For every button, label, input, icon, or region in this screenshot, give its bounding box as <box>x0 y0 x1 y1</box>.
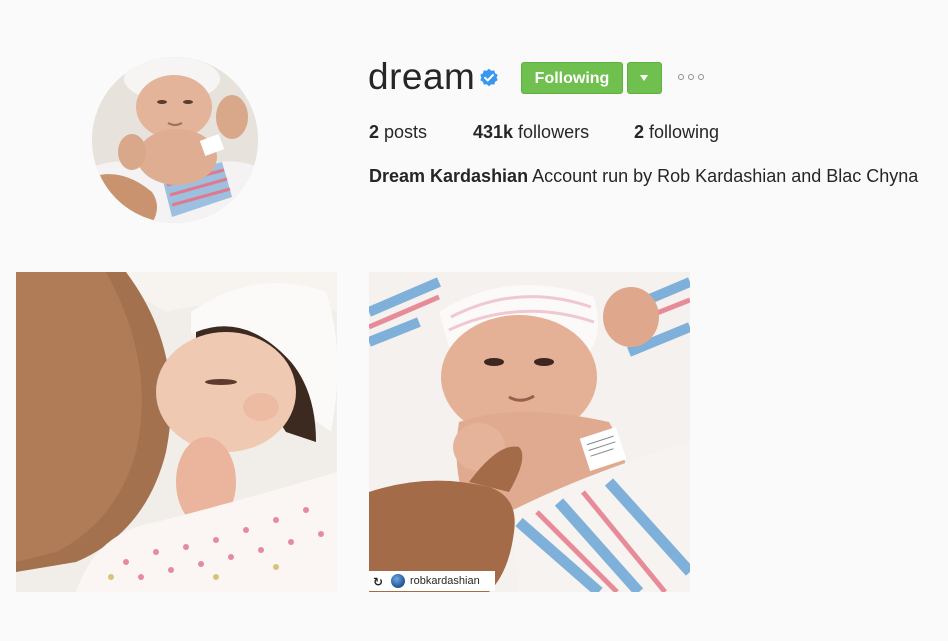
profile-avatar[interactable] <box>92 57 258 223</box>
following-link[interactable]: 2 following <box>634 121 719 143</box>
following-count-value: 2 <box>634 122 645 142</box>
repost-handle: robkardashian <box>410 575 480 587</box>
followers-count-label: followers <box>513 122 590 142</box>
globe-avatar-icon <box>391 574 405 588</box>
verified-badge-icon <box>479 68 499 88</box>
profile-full-name: Dream Kardashian <box>369 166 529 186</box>
following-count-label: following <box>644 122 720 142</box>
more-options-icon <box>698 74 704 80</box>
post-thumbnail-1[interactable] <box>16 272 337 592</box>
followers-link[interactable]: 431k followers <box>473 121 589 143</box>
followers-count-value: 431k <box>473 122 514 142</box>
profile-bio: Dream Kardashian Account run by Rob Kard… <box>369 165 918 187</box>
caret-down-icon <box>640 75 648 81</box>
avatar-image <box>92 57 258 223</box>
posts-count-value: 2 <box>369 122 380 142</box>
profile-username: dream <box>368 56 476 97</box>
posts-count: 2 posts <box>369 121 427 143</box>
posts-count-label: posts <box>379 122 428 142</box>
follow-options-dropdown-button[interactable] <box>627 62 662 94</box>
repost-icon: ↻ <box>373 575 384 589</box>
more-options-button[interactable] <box>676 70 710 86</box>
following-button[interactable]: Following <box>521 62 623 94</box>
profile-bio-text: Account run by Rob Kardashian and Blac C… <box>528 166 919 186</box>
more-options-icon <box>688 74 694 80</box>
more-options-icon <box>678 74 684 80</box>
post-thumbnail-2[interactable] <box>369 272 690 592</box>
post-image-newborn-holding-finger <box>369 272 690 592</box>
repost-attribution[interactable]: ↻ robkardashian <box>369 571 495 591</box>
post-image-newborn-nursing <box>16 272 337 592</box>
